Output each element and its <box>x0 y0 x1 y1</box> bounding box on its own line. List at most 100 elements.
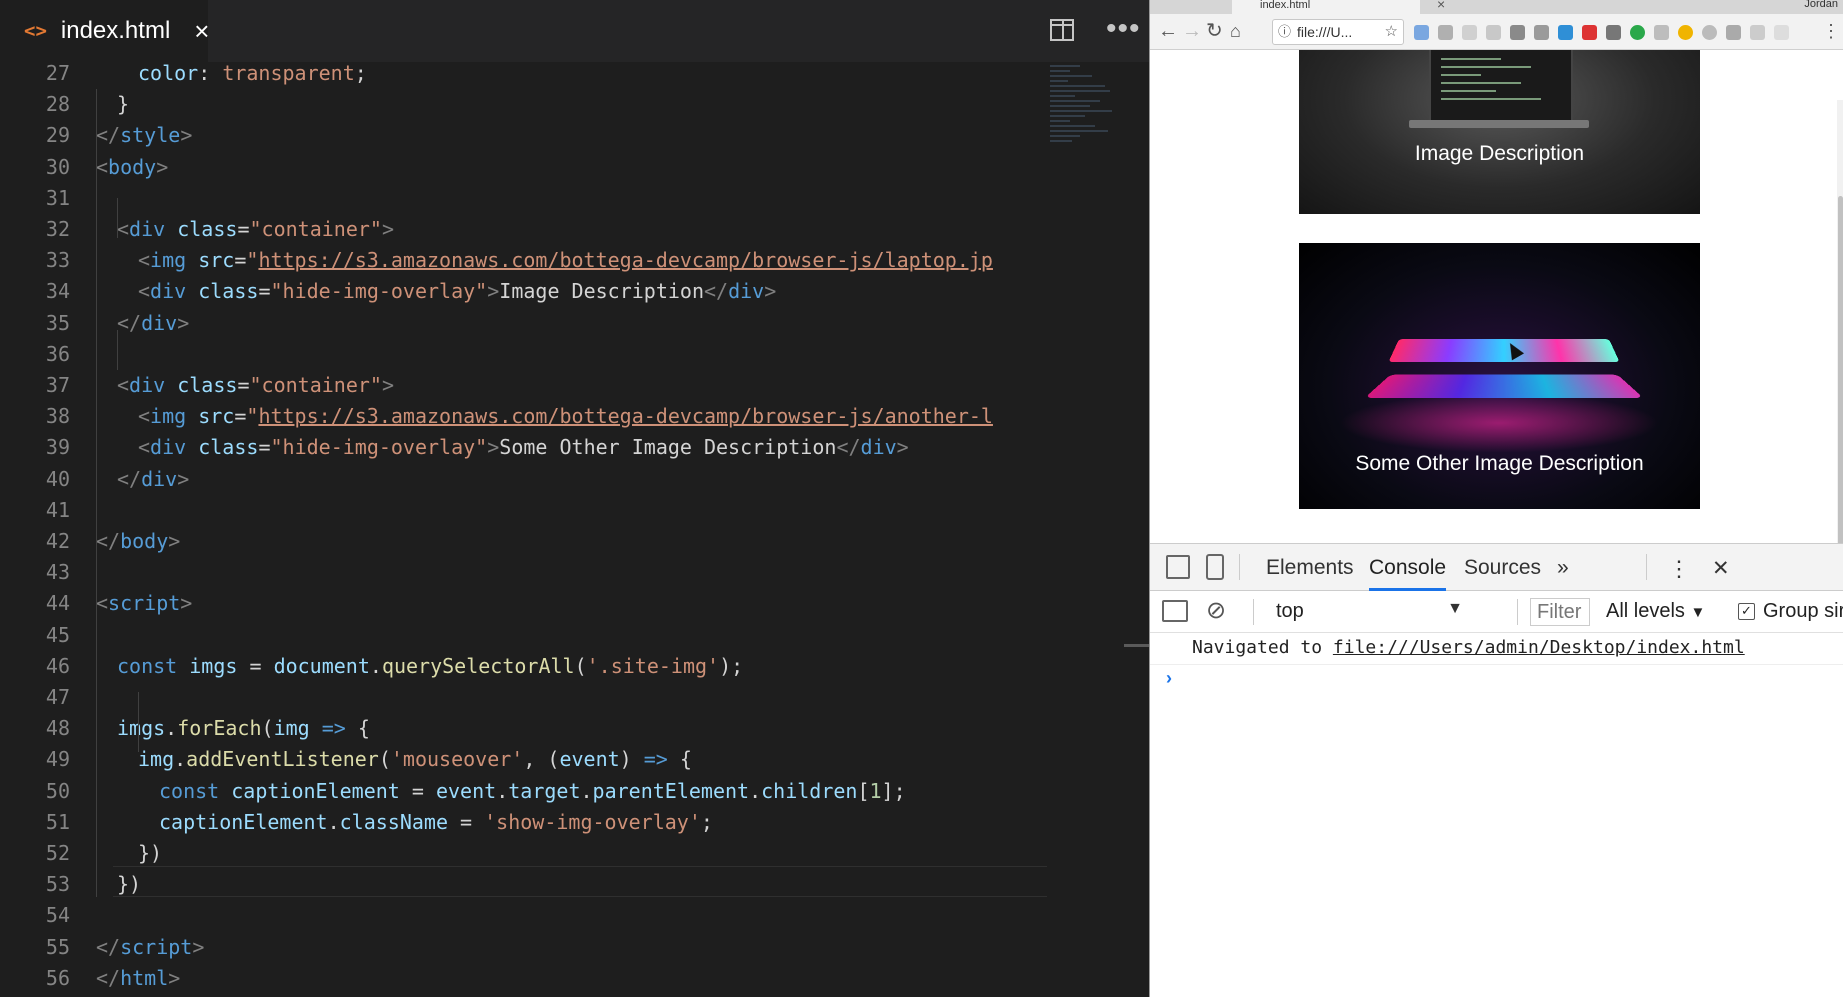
extension-icon[interactable] <box>1582 25 1597 40</box>
extension-icon[interactable] <box>1654 25 1669 40</box>
code-token: "container" <box>249 373 382 397</box>
code-token: ( <box>574 653 587 678</box>
code-line: <div class="hide-img-overlay">Image Desc… <box>138 276 776 307</box>
devtools-close-icon[interactable]: ✕ <box>1712 556 1730 581</box>
context-select[interactable]: top ▼ <box>1276 600 1463 624</box>
more-tabs-icon[interactable]: » <box>1557 556 1569 580</box>
code-token: = <box>234 248 247 273</box>
console-toolbar: ⊘ top ▼ Filter All levels ▼ ✓ Group sir <box>1150 591 1843 633</box>
extension-icon[interactable] <box>1510 25 1525 40</box>
code-token: div <box>141 310 178 335</box>
profile-name[interactable]: Jordan <box>1804 0 1838 10</box>
code-token: addEventListener <box>186 747 379 772</box>
code-token: script <box>108 591 181 616</box>
home-icon[interactable]: ⌂ <box>1230 19 1241 43</box>
clear-console-icon[interactable]: ⊘ <box>1206 597 1226 625</box>
group-similar-checkbox[interactable]: ✓ Group sir <box>1738 600 1843 623</box>
line-number: 32 <box>45 217 70 241</box>
reload-icon[interactable]: ↻ <box>1206 19 1223 43</box>
tab-sources[interactable]: Sources <box>1464 556 1541 580</box>
extension-icon[interactable] <box>1726 25 1741 40</box>
code-token: class <box>177 373 238 397</box>
tab-elements[interactable]: Elements <box>1266 556 1354 580</box>
line-number: 47 <box>45 685 70 709</box>
code-token: . <box>327 809 340 834</box>
browser-menu-icon[interactable]: ⋮ <box>1822 19 1840 43</box>
extension-icon[interactable] <box>1414 25 1429 40</box>
line-number: 49 <box>45 747 70 772</box>
line-number: 39 <box>45 435 70 460</box>
code-token: => <box>643 747 668 772</box>
line-number: 43 <box>45 560 70 585</box>
code-token: querySelectorAll <box>381 653 575 678</box>
line-number: 50 <box>45 778 70 803</box>
code-token: < <box>96 591 109 616</box>
address-bar[interactable]: ⓘ file:///U... ☆ <box>1272 19 1404 45</box>
line-number: 35 <box>45 310 70 335</box>
extension-icon[interactable] <box>1486 25 1501 40</box>
page-scrollbar[interactable] <box>1837 100 1843 593</box>
code-token[interactable]: https://s3.amazonaws.com/bottega-devcamp… <box>258 248 993 272</box>
code-token: style <box>120 123 181 148</box>
code-token: { <box>667 747 692 772</box>
console-message: Navigated to file:///Users/admin/Desktop… <box>1150 633 1843 665</box>
code-token: . <box>749 778 762 803</box>
extension-icon[interactable] <box>1534 25 1549 40</box>
devtools-menu-icon[interactable]: ⋮ <box>1668 556 1690 582</box>
code-token: const <box>117 653 178 678</box>
code-token: "hide-img-overlay" <box>270 279 488 304</box>
extension-icon[interactable] <box>1774 25 1789 40</box>
code-token: > <box>896 435 909 460</box>
filter-input[interactable]: Filter <box>1530 598 1590 626</box>
extension-icon[interactable] <box>1678 25 1693 40</box>
code-token: = <box>237 373 250 397</box>
minimap[interactable] <box>1050 62 1124 182</box>
log-levels-select[interactable]: All levels ▼ <box>1606 600 1705 623</box>
forward-icon[interactable]: → <box>1182 19 1202 43</box>
editor-scrollbar[interactable] <box>1124 62 1149 997</box>
neon-laptop-image-container[interactable]: Some Other Image Description <box>1299 243 1700 509</box>
editor-tab-label: index.html <box>60 17 171 44</box>
line-number: 46 <box>45 653 70 678</box>
browser-tab-close-icon[interactable]: × <box>1437 0 1445 12</box>
line-number: 52 <box>45 841 70 865</box>
editor-tab-index-html[interactable]: <> index.html × <box>0 0 209 62</box>
laptop-image-container[interactable]: Image Description <box>1299 50 1700 214</box>
extension-icon[interactable] <box>1438 25 1453 40</box>
extension-icon[interactable] <box>1630 25 1645 40</box>
code-token: src <box>198 248 235 273</box>
code-line: </div> <box>117 308 189 339</box>
line-number: 28 <box>45 92 70 117</box>
devtools-panel: Elements Console Sources » ⋮ ✕ ⊘ top ▼ F… <box>1150 543 1843 997</box>
code-token: > <box>487 435 500 460</box>
code-token: div <box>141 466 178 491</box>
browser-tab[interactable]: index.html <box>1232 0 1420 14</box>
code-token: < <box>138 279 151 304</box>
code-token: img <box>150 404 187 429</box>
extension-icon[interactable] <box>1462 25 1477 40</box>
close-tab-icon[interactable]: × <box>194 16 209 47</box>
inspect-element-icon[interactable] <box>1166 555 1190 579</box>
more-actions-icon[interactable]: ••• <box>1106 14 1141 44</box>
code-line: }) <box>138 838 162 869</box>
info-icon[interactable]: ⓘ <box>1278 20 1291 44</box>
tab-console[interactable]: Console <box>1369 556 1447 591</box>
code-token: " <box>246 404 259 429</box>
split-editor-icon[interactable] <box>1050 19 1074 41</box>
sidebar-toggle-icon[interactable] <box>1162 600 1188 622</box>
line-number: 51 <box>45 809 70 834</box>
code-line: const imgs = document.querySelectorAll('… <box>117 651 743 682</box>
cast-icon[interactable] <box>1606 25 1621 40</box>
console-message-link[interactable]: file:///Users/admin/Desktop/index.html <box>1333 637 1745 658</box>
extension-icon[interactable] <box>1702 25 1717 40</box>
back-icon[interactable]: ← <box>1158 19 1178 43</box>
device-toolbar-icon[interactable] <box>1206 554 1224 580</box>
code-token[interactable]: https://s3.amazonaws.com/bottega-devcamp… <box>258 404 993 428</box>
console-prompt-icon[interactable]: › <box>1166 668 1172 689</box>
extension-icon[interactable] <box>1750 25 1765 40</box>
image-caption: Image Description <box>1414 142 1585 165</box>
code-line: </div> <box>117 464 189 495</box>
extension-icon[interactable] <box>1558 25 1573 40</box>
bookmark-star-icon[interactable]: ☆ <box>1385 20 1398 44</box>
